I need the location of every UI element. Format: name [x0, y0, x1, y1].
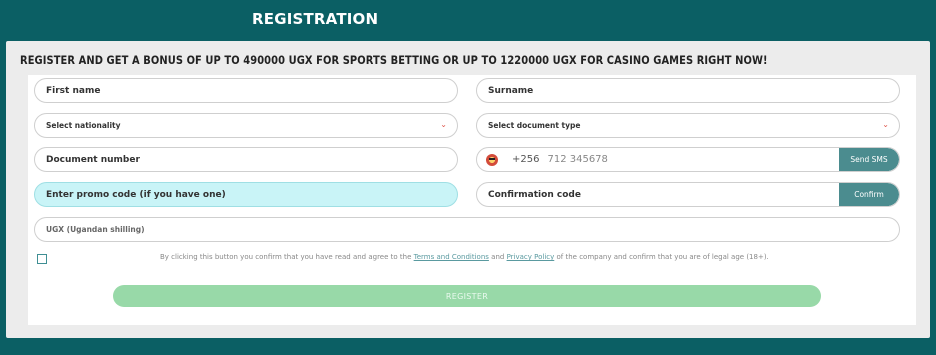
chevron-down-icon: ⌄ [882, 120, 889, 129]
confirmation-code-label: Confirmation code [488, 189, 581, 200]
agreement-suffix: of the company and confirm that you are … [556, 253, 769, 261]
surname-field[interactable]: Surname [476, 78, 900, 103]
register-button[interactable]: REGISTER [113, 285, 821, 307]
promo-code-label: Enter promo code (if you have one) [46, 189, 226, 200]
document-type-label: Select document type [488, 121, 581, 130]
uganda-flag-icon[interactable] [486, 153, 498, 166]
first-name-label: First name [46, 85, 101, 96]
agreement-text: By clicking this button you confirm that… [160, 253, 769, 261]
chevron-down-icon: ⌄ [440, 120, 447, 129]
currency-select[interactable]: UGX (Ugandan shilling) [34, 217, 900, 242]
agreement-checkbox[interactable] [37, 254, 47, 264]
phone-input[interactable]: 712 345678 [547, 154, 607, 165]
nationality-label: Select nationality [46, 121, 121, 130]
privacy-policy-link[interactable]: Privacy Policy [507, 253, 555, 261]
terms-link[interactable]: Terms and Conditions [414, 253, 489, 261]
currency-label: UGX (Ugandan shilling) [46, 225, 145, 234]
agreement-and: and [491, 253, 505, 261]
nationality-select[interactable]: Select nationality ⌄ [34, 113, 458, 138]
phone-field[interactable]: +256 712 345678 Send SMS [476, 147, 900, 172]
document-number-field[interactable]: Document number [34, 147, 458, 172]
document-number-label: Document number [46, 154, 140, 165]
confirmation-code-field[interactable]: Confirmation code Confirm [476, 182, 900, 207]
send-sms-button[interactable]: Send SMS [839, 148, 899, 171]
document-type-select[interactable]: Select document type ⌄ [476, 113, 900, 138]
surname-label: Surname [488, 85, 534, 96]
page-title: REGISTRATION [252, 10, 379, 28]
phone-country-code: +256 [512, 154, 540, 165]
agreement-prefix: By clicking this button you confirm that… [160, 253, 412, 261]
confirm-button[interactable]: Confirm [839, 183, 899, 206]
bonus-headline: REGISTER AND GET A BONUS OF UP TO 490000… [20, 53, 768, 67]
first-name-field[interactable]: First name [34, 78, 458, 103]
promo-code-field[interactable]: Enter promo code (if you have one) [34, 182, 458, 207]
